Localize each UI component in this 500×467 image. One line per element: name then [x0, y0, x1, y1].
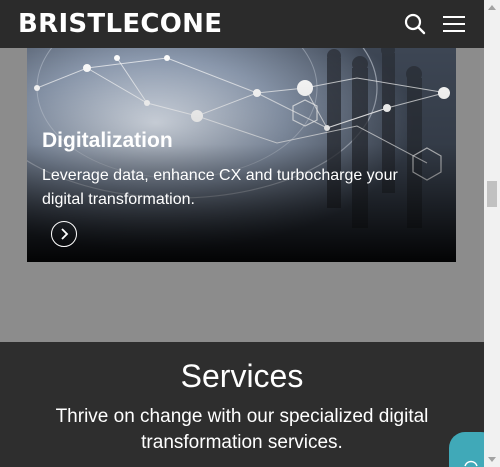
services-section: Services Thrive on change with our speci… [0, 342, 484, 467]
chat-icon [464, 460, 478, 467]
brand-logo[interactable]: BRISTLECONE [18, 9, 222, 39]
hamburger-menu-icon[interactable] [441, 13, 467, 35]
scroll-down-arrow-icon[interactable] [484, 451, 500, 467]
card-title: Digitalization [42, 129, 173, 152]
services-heading: Services [180, 358, 304, 394]
network-globe-image [27, 48, 456, 262]
digitalization-card[interactable]: Digitalization Leverage data, enhance CX… [27, 48, 456, 262]
site-header: BRISTLECONE [0, 0, 484, 48]
card-description: Leverage data, enhance CX and turbocharg… [42, 167, 398, 208]
scrollbar-thumb[interactable] [487, 181, 497, 207]
search-icon[interactable] [403, 12, 427, 36]
services-subtitle: Thrive on change with our specialized di… [55, 406, 429, 453]
vertical-scrollbar[interactable] [484, 0, 500, 467]
scroll-up-arrow-icon[interactable] [484, 0, 500, 16]
chevron-right-icon[interactable] [51, 221, 77, 247]
